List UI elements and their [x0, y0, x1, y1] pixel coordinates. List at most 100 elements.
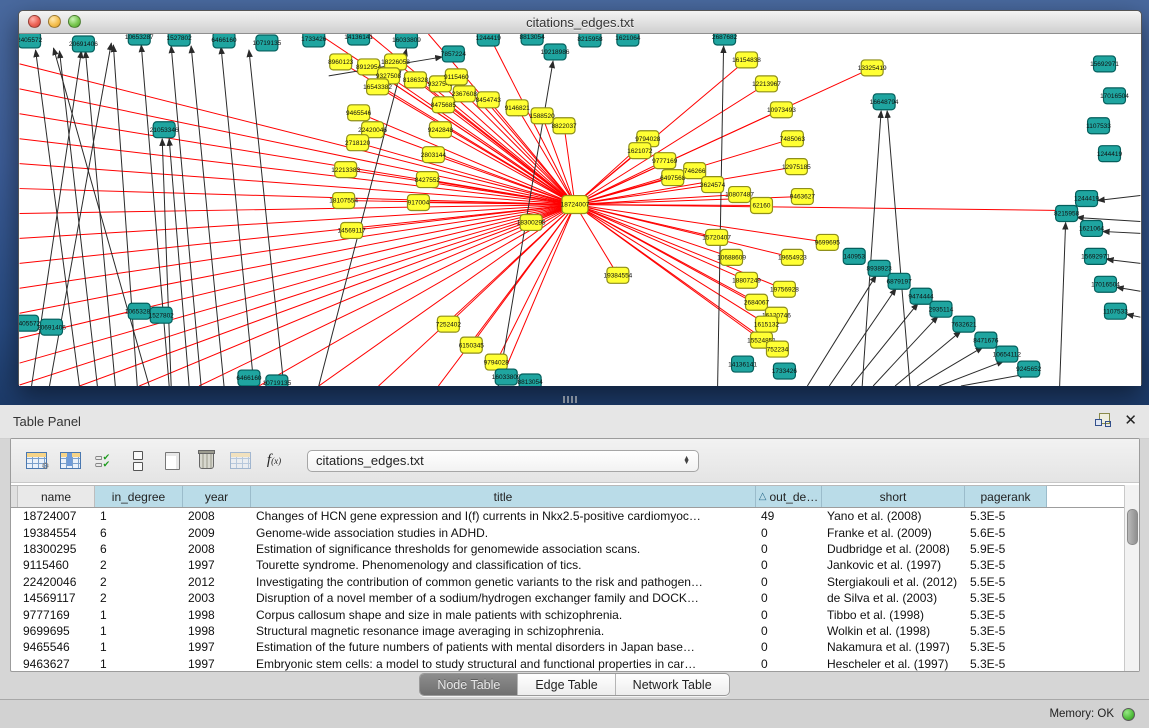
graph-node[interactable]: 9146821	[505, 100, 531, 116]
graph-node[interactable]: 1527802	[167, 34, 193, 46]
graph-node[interactable]: 12213383	[331, 162, 360, 178]
graph-node[interactable]: 1244419	[1074, 191, 1100, 207]
fit-rows-button[interactable]	[123, 446, 153, 476]
graph-node[interactable]: 8475685	[431, 97, 457, 113]
graph-node[interactable]: 8960123	[328, 54, 354, 70]
row-selection-mode-button[interactable]: ▭✔▭✔	[89, 446, 119, 476]
graph-node[interactable]: 1107533	[1086, 118, 1111, 134]
table-row[interactable]: 1456911722003Disruption of a novel membe…	[11, 590, 1125, 606]
graph-node[interactable]: 1733426	[772, 363, 798, 379]
edge[interactable]	[1060, 222, 1066, 386]
table-row[interactable]: 2242004622012Investigating the contribut…	[11, 574, 1125, 590]
edge[interactable]	[1107, 259, 1141, 263]
graph-node[interactable]: 10973493	[767, 102, 796, 118]
graph-node[interactable]: 16543382	[363, 79, 392, 95]
edge[interactable]	[259, 205, 575, 386]
column-header-pagerank[interactable]: pagerank	[965, 486, 1047, 507]
graph-node[interactable]: 1615132	[754, 316, 780, 332]
graph-node[interactable]: 2367608	[452, 86, 478, 102]
graph-node[interactable]: 8215958	[577, 34, 603, 47]
graph-node[interactable]: 1621064	[615, 34, 641, 46]
graph-node[interactable]: 6497568	[660, 170, 686, 186]
graph-node[interactable]: 10719135	[252, 35, 281, 51]
graph-node[interactable]: 1733426	[301, 34, 327, 47]
column-header-title[interactable]: title	[251, 486, 756, 507]
graph-node[interactable]: 917004	[407, 195, 429, 211]
hub-node[interactable]: 18724007	[561, 196, 590, 214]
graph-node[interactable]: 16033809	[392, 34, 421, 48]
edge[interactable]	[575, 205, 618, 276]
table-options-button[interactable]: ⚙	[21, 446, 51, 476]
table-row[interactable]: 1872400712008Changes of HCN gene express…	[11, 508, 1125, 524]
graph-node[interactable]: 17016504	[1100, 88, 1129, 104]
graph-node[interactable]: 19218986	[541, 44, 570, 60]
tab-node-table[interactable]: Node Table	[420, 674, 518, 695]
graph-node[interactable]: 10653287	[125, 34, 154, 45]
graph-node[interactable]: 20691406	[69, 36, 98, 52]
graph-node[interactable]: 7252402	[436, 316, 462, 332]
graph-node[interactable]: 12213967	[752, 76, 781, 92]
edge[interactable]	[1116, 287, 1140, 291]
graph-node[interactable]: 746266	[684, 163, 706, 179]
edge[interactable]	[575, 205, 827, 243]
edge[interactable]	[20, 64, 575, 205]
edge[interactable]	[20, 205, 575, 214]
graph-node[interactable]: 9699695	[815, 234, 841, 250]
table-row[interactable]: 1830029562008Estimation of significance …	[11, 541, 1125, 557]
edge[interactable]	[1126, 314, 1140, 317]
graph-node[interactable]: 62160	[751, 198, 773, 214]
create-column-button[interactable]	[157, 446, 187, 476]
graph-node[interactable]: 9465546	[346, 105, 372, 121]
graph-node[interactable]: 8454743	[476, 92, 502, 108]
edge[interactable]	[20, 164, 575, 205]
graph-node[interactable]: 9463627	[790, 189, 816, 205]
edge[interactable]	[895, 331, 961, 386]
tab-edge-table[interactable]: Edge Table	[518, 674, 615, 695]
show-columns-button[interactable]	[55, 446, 85, 476]
graph-node[interactable]: 17016504	[1091, 276, 1120, 292]
tab-network-table[interactable]: Network Table	[616, 674, 729, 695]
graph-node[interactable]: 10807487	[725, 187, 754, 203]
graph-node[interactable]: 2803144	[421, 147, 447, 163]
table-row[interactable]: 911546021997Tourette syndrome. Phenomeno…	[11, 557, 1125, 573]
delete-column-button[interactable]	[191, 446, 221, 476]
graph-node[interactable]: 9115460	[444, 69, 469, 85]
graph-node[interactable]: 16648794	[870, 94, 899, 110]
edge[interactable]	[961, 374, 1027, 386]
edge[interactable]	[358, 143, 575, 205]
edge[interactable]	[1103, 231, 1141, 233]
edge[interactable]	[887, 111, 910, 386]
graph-node[interactable]: 14136141	[728, 356, 757, 372]
graph-node[interactable]: 14569117	[337, 222, 366, 238]
column-header-in_degree[interactable]: in_degree	[95, 486, 183, 507]
graph-node[interactable]: 18300295	[517, 214, 546, 230]
column-header-out_de[interactable]: △out_de…	[756, 486, 822, 507]
table-row[interactable]: 977716911998Corpus callosum shape and si…	[11, 606, 1125, 622]
graph-node[interactable]: 16154838	[732, 52, 761, 68]
window-minimize-button[interactable]	[48, 15, 61, 28]
graph-node[interactable]: 8471676	[973, 332, 999, 348]
graph-node[interactable]: 1621072	[627, 143, 653, 159]
graph-node[interactable]: 15692971	[1081, 248, 1110, 264]
graph-node[interactable]: 9474444	[908, 288, 934, 304]
column-header-year[interactable]: year	[183, 486, 251, 507]
graph-node[interactable]: 2935114	[929, 301, 954, 317]
graph-node[interactable]: 10654112	[993, 346, 1022, 362]
graph-node[interactable]: 19384554	[604, 267, 633, 283]
graph-node[interactable]: 18807249	[732, 272, 761, 288]
graph-node[interactable]: 10688609	[717, 249, 746, 265]
graph-node[interactable]: 9777169	[652, 153, 678, 169]
splitter-grip[interactable]	[563, 396, 577, 403]
graph-node[interactable]: 15692971	[1090, 56, 1119, 72]
window-close-button[interactable]	[28, 15, 41, 28]
graph-node[interactable]: 19654923	[778, 249, 807, 265]
graph-node[interactable]: 10719135	[262, 375, 291, 386]
graph-node[interactable]: 14136141	[344, 34, 373, 45]
edge[interactable]	[319, 49, 407, 386]
edge[interactable]	[1098, 196, 1141, 201]
edge[interactable]	[191, 46, 224, 386]
graph-node[interactable]: 21053346	[150, 122, 179, 138]
table-row[interactable]: 969969511998Structural magnetic resonanc…	[11, 623, 1125, 639]
edge[interactable]	[939, 361, 1004, 386]
graph-node[interactable]: 2718120	[345, 135, 371, 151]
